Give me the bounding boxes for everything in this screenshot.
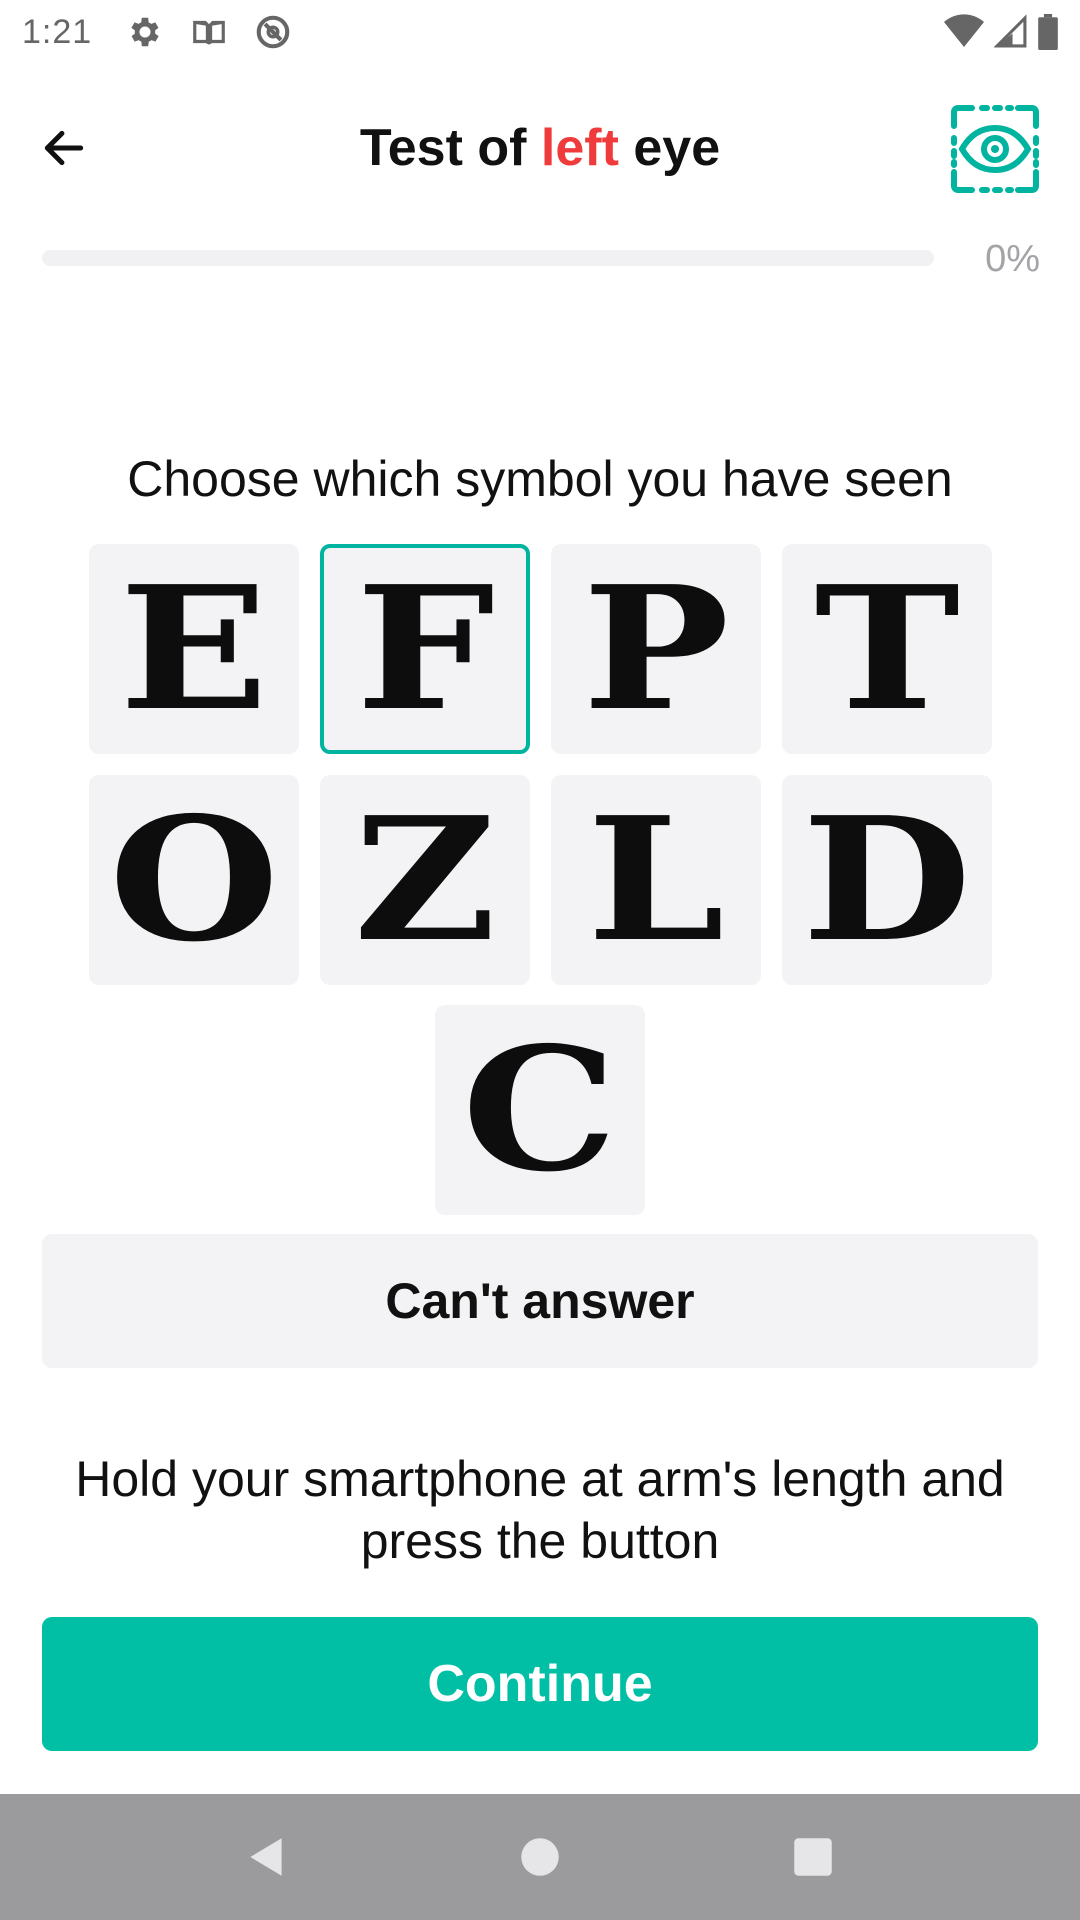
hint-text: Hold your smartphone at arm's length and… bbox=[75, 1451, 1005, 1569]
symbol-letter: E bbox=[119, 549, 269, 749]
symbol-letter: D bbox=[802, 780, 972, 980]
symbol-option-d[interactable]: D bbox=[782, 775, 992, 985]
title-prefix: Test of bbox=[359, 119, 541, 177]
symbol-letter: P bbox=[582, 549, 730, 749]
back-triangle-icon bbox=[249, 1838, 282, 1876]
progress-label: 0% bbox=[985, 238, 1040, 280]
battery-icon bbox=[1038, 14, 1058, 50]
eye-mode-button[interactable] bbox=[950, 104, 1040, 194]
status-left-icons bbox=[126, 13, 292, 51]
symbol-letter: T bbox=[814, 549, 960, 749]
status-right-icons bbox=[944, 14, 1058, 50]
eye-scan-icon bbox=[951, 105, 1039, 193]
recents-square-icon bbox=[794, 1838, 833, 1876]
symbol-option-o[interactable]: O bbox=[89, 775, 299, 985]
symbol-letter: Z bbox=[353, 780, 497, 980]
instruction-text: Choose which symbol you have seen bbox=[127, 451, 953, 507]
symbol-letter: O bbox=[108, 780, 280, 980]
gear-icon bbox=[131, 17, 159, 47]
symbol-letter: L bbox=[587, 780, 725, 980]
nav-recents-button[interactable] bbox=[768, 1812, 858, 1902]
header: Test of left eye bbox=[0, 96, 1080, 200]
nav-back-button[interactable] bbox=[222, 1812, 312, 1902]
symbol-option-l[interactable]: L bbox=[551, 775, 761, 985]
symbol-letter: C bbox=[462, 1010, 618, 1210]
symbol-option-e[interactable]: E bbox=[89, 544, 299, 754]
system-nav-bar bbox=[0, 1794, 1080, 1920]
signal-icon bbox=[994, 14, 1027, 48]
home-circle-icon bbox=[521, 1838, 559, 1876]
symbol-option-p[interactable]: P bbox=[551, 544, 761, 754]
status-bar: 1:21 bbox=[0, 0, 1080, 64]
title-suffix: eye bbox=[618, 119, 721, 177]
page-title: Test of left eye bbox=[0, 118, 1080, 178]
nav-home-button[interactable] bbox=[495, 1812, 585, 1902]
wifi-icon bbox=[944, 14, 984, 47]
symbol-option-c[interactable]: C bbox=[435, 1005, 645, 1215]
symbol-option-t[interactable]: T bbox=[782, 544, 992, 754]
continue-button[interactable]: Continue bbox=[42, 1617, 1038, 1751]
book-icon bbox=[193, 20, 226, 45]
cant-answer-button[interactable]: Can't answer bbox=[42, 1234, 1038, 1368]
status-time: 1:21 bbox=[22, 12, 93, 51]
symbol-option-z[interactable]: Z bbox=[320, 775, 530, 985]
progress-bar bbox=[42, 250, 934, 266]
title-eye-side: left bbox=[540, 119, 619, 177]
symbol-letter: F bbox=[355, 549, 495, 749]
symbol-option-f[interactable]: F bbox=[320, 544, 530, 754]
at-sign-icon bbox=[256, 15, 290, 49]
